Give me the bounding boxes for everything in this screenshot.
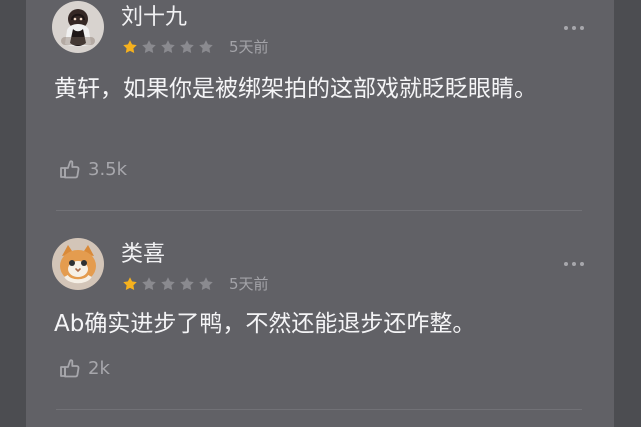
star-filled-icon xyxy=(123,277,137,290)
star-empty-icon xyxy=(180,277,194,290)
more-icon-dot xyxy=(564,262,568,266)
more-button[interactable] xyxy=(564,262,584,266)
star-empty-icon xyxy=(199,277,213,290)
star-empty-icon xyxy=(161,277,175,290)
username[interactable]: 刘十九 xyxy=(121,4,187,32)
rating-stars xyxy=(122,276,214,292)
comment-list: 刘十九 5天前 黄轩，如果你是被绑架拍的这部戏就眨眨眼睛。 3.5k 类喜 5天… xyxy=(26,0,614,427)
rating-stars xyxy=(122,39,214,55)
more-icon-dot xyxy=(564,26,568,30)
page: 刘十九 5天前 黄轩，如果你是被绑架拍的这部戏就眨眨眼睛。 3.5k 类喜 5天… xyxy=(0,0,641,427)
comment-time: 5天前 xyxy=(229,275,269,293)
comment-text: Ab确实进步了鸭，不然还能退步还咋整。 xyxy=(54,311,476,337)
star-empty-icon xyxy=(180,40,194,53)
avatar[interactable] xyxy=(52,238,104,290)
cat-photo-avatar xyxy=(52,238,104,290)
comment-item: 类喜 5天前 Ab确实进步了鸭，不然还能退步还咋整。 2k xyxy=(26,212,614,410)
star-empty-icon xyxy=(161,40,175,53)
like-count: 3.5k xyxy=(88,159,128,180)
star-empty-icon xyxy=(199,40,213,53)
avatar[interactable] xyxy=(52,1,104,53)
more-icon-dot xyxy=(572,262,576,266)
comment-text: 黄轩，如果你是被绑架拍的这部戏就眨眨眼睛。 xyxy=(54,76,537,102)
more-icon-dot xyxy=(580,26,584,30)
like-button[interactable]: 2k xyxy=(58,357,110,381)
more-icon-dot xyxy=(580,262,584,266)
divider xyxy=(56,210,582,211)
like-count: 2k xyxy=(88,358,110,379)
star-filled-icon xyxy=(123,40,137,53)
woman-photo-avatar xyxy=(52,1,104,53)
star-empty-icon xyxy=(142,40,156,53)
thumbs-up-icon xyxy=(60,160,80,179)
comment-item: 刘十九 5天前 黄轩，如果你是被绑架拍的这部戏就眨眨眼睛。 3.5k xyxy=(26,0,614,211)
comment-time: 5天前 xyxy=(229,38,269,56)
username[interactable]: 类喜 xyxy=(121,241,165,269)
more-icon-dot xyxy=(572,26,576,30)
divider xyxy=(56,409,582,410)
like-button[interactable]: 3.5k xyxy=(58,158,127,182)
more-button[interactable] xyxy=(564,26,584,30)
star-empty-icon xyxy=(142,277,156,290)
thumbs-up-icon xyxy=(60,359,80,378)
